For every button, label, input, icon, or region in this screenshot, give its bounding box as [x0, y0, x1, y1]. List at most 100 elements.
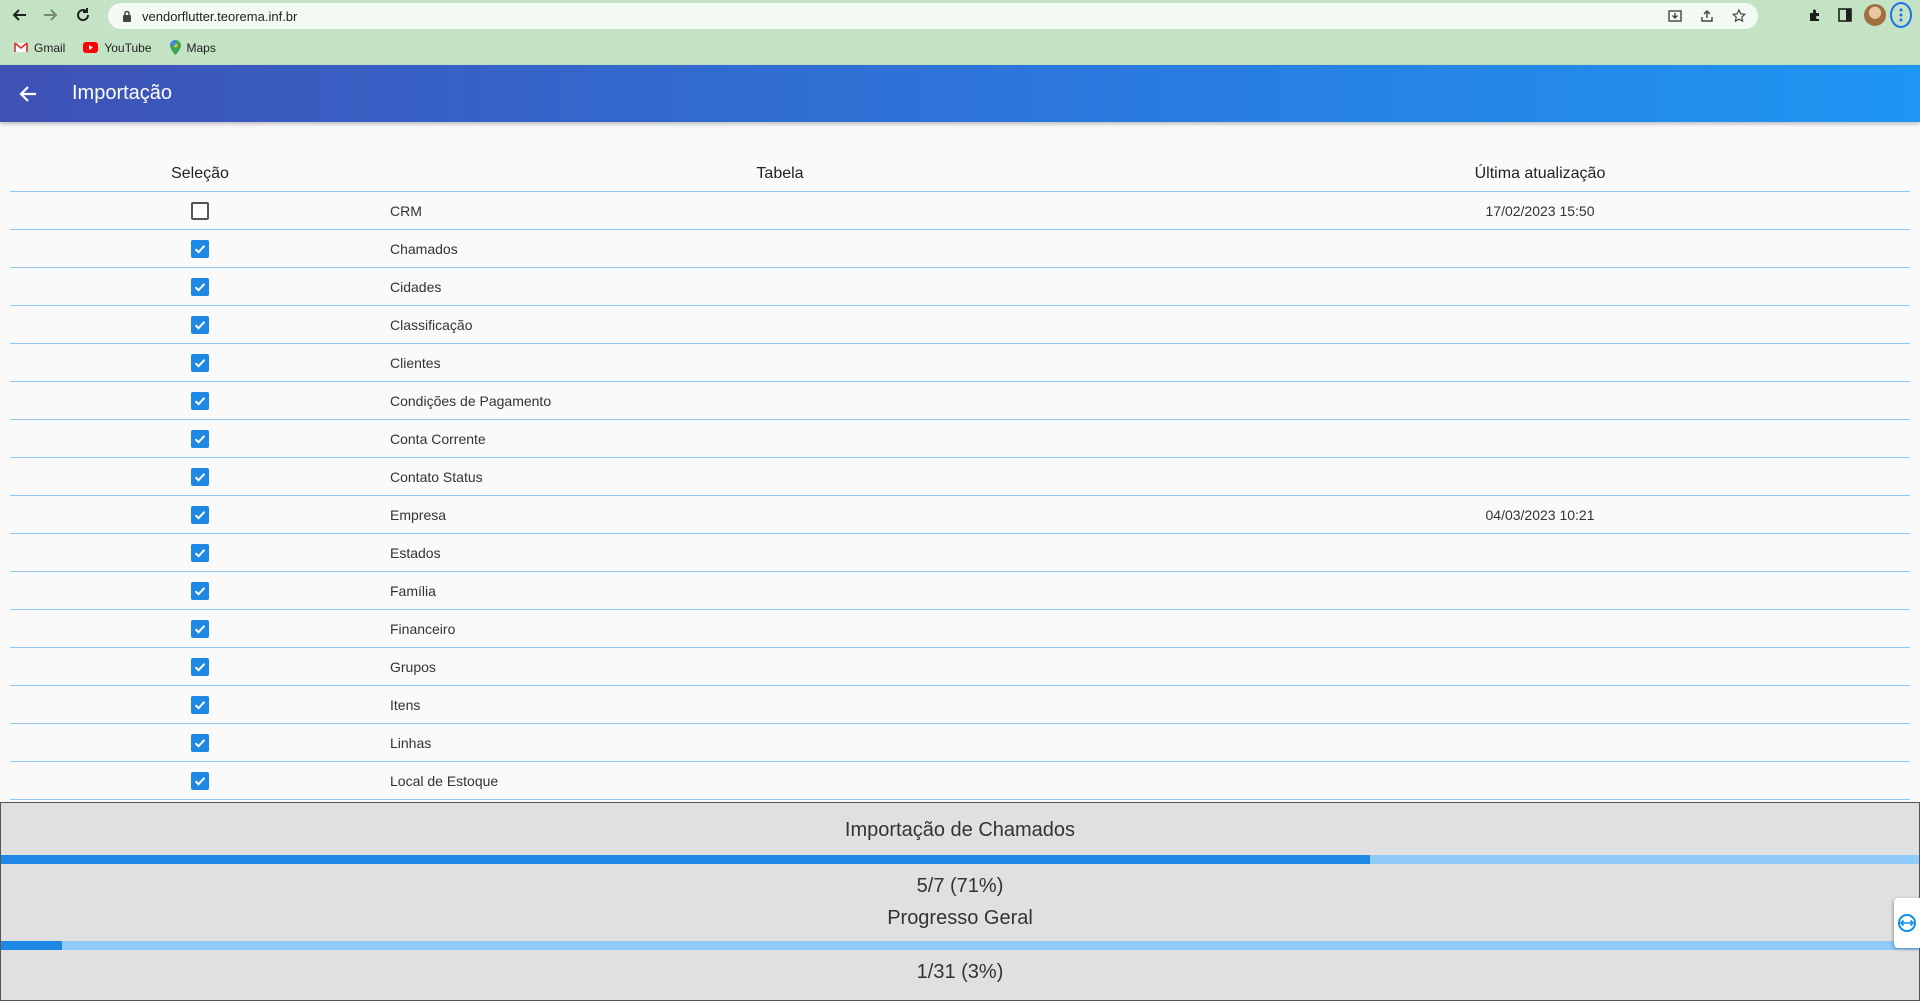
bookmark-maps[interactable]: Maps: [169, 40, 216, 55]
checkbox-checked[interactable]: [191, 391, 209, 410]
checkbox-checked[interactable]: [191, 543, 209, 562]
checkbox-checked[interactable]: [191, 771, 209, 790]
checkbox-unchecked[interactable]: [191, 201, 209, 220]
checkbox-checked[interactable]: [191, 353, 209, 372]
lock-icon: [122, 10, 132, 22]
checkbox-checked[interactable]: [191, 239, 209, 258]
selection-cell: [10, 315, 390, 334]
gmail-icon: [14, 42, 28, 52]
table-name-cell: CRM: [390, 202, 422, 219]
bookmark-gmail[interactable]: Gmail: [14, 41, 65, 55]
selection-cell: [10, 695, 390, 714]
current-progress-text: 5/7 (71%): [916, 875, 1004, 897]
table-row[interactable]: Contato Status: [10, 458, 1910, 496]
bookmark-star-icon[interactable]: [1726, 3, 1752, 29]
selection-cell: [10, 657, 390, 676]
table-name-cell: Local de Estoque: [390, 772, 499, 789]
table-row[interactable]: Itens: [10, 686, 1910, 724]
table-row[interactable]: CRM 17/02/2023 15:50: [10, 192, 1910, 230]
checkbox-checked[interactable]: [191, 581, 209, 600]
table-row[interactable]: Chamados: [10, 230, 1910, 268]
table-name-cell: Classificação: [390, 316, 473, 333]
checkbox-checked[interactable]: [191, 429, 209, 448]
current-import-title: Importação de Chamados: [844, 819, 1076, 841]
check-icon: [194, 358, 206, 368]
table-name-cell: Itens: [390, 696, 421, 713]
header-table: Tabela: [390, 165, 1170, 183]
checkbox-checked[interactable]: [191, 505, 209, 524]
table-name-cell: Estados: [390, 544, 441, 561]
check-icon: [194, 510, 206, 520]
current-progress-bar: [1, 855, 1919, 864]
overall-progress-fill: [1, 941, 63, 950]
progress-panel: Importação de Chamados 5/7 (71%) Progres…: [0, 802, 1920, 1001]
table-name-cell: Grupos: [390, 658, 436, 675]
check-icon: [194, 282, 206, 292]
table-row[interactable]: Classificação: [10, 306, 1910, 344]
table-row[interactable]: Estados: [10, 534, 1910, 572]
arrow-back-icon: [19, 85, 36, 102]
selection-cell: [10, 429, 390, 448]
check-icon: [194, 586, 206, 596]
page-title: Importação: [72, 82, 173, 104]
check-icon: [194, 662, 206, 672]
browser-toolbar: vendorflutter.teorema.inf.br: [0, 0, 1920, 30]
table-row[interactable]: Linhas: [10, 724, 1910, 762]
check-icon: [194, 738, 206, 748]
table-row[interactable]: Financeiro: [10, 610, 1910, 648]
selection-cell: [10, 543, 390, 562]
checkbox-checked[interactable]: [191, 619, 209, 638]
table-name-cell: Empresa: [390, 506, 447, 523]
bookmark-label: Maps: [186, 40, 216, 55]
url-text: vendorflutter.teorema.inf.br: [142, 8, 298, 24]
profile-avatar[interactable]: [1860, 0, 1890, 30]
table-row[interactable]: Cidades: [10, 268, 1910, 306]
table-name-cell: Cidades: [390, 278, 442, 295]
table-name-cell: Linhas: [390, 734, 432, 751]
current-progress-fill: [1, 855, 1371, 864]
table-row[interactable]: Grupos: [10, 648, 1910, 686]
selection-cell: [10, 353, 390, 372]
table-header: Seleção Tabela Última atualização: [10, 122, 1910, 192]
table-name-cell: Contato Status: [390, 468, 483, 485]
browser-forward-button[interactable]: [38, 2, 64, 28]
address-bar[interactable]: vendorflutter.teorema.inf.br: [108, 3, 1758, 29]
last-update-cell: 04/03/2023 10:21: [1485, 506, 1595, 523]
check-icon: [194, 396, 206, 406]
header-selection: Seleção: [171, 165, 229, 182]
app-bar: Importação: [0, 65, 1920, 122]
table-body: CRM 17/02/2023 15:50 Chamados Cidades Classi…: [10, 192, 1910, 800]
side-panel-icon[interactable]: [1830, 0, 1860, 30]
check-icon: [194, 624, 206, 634]
browser-menu-icon[interactable]: [1890, 2, 1912, 28]
browser-back-button[interactable]: [6, 2, 32, 28]
table-row[interactable]: Família: [10, 572, 1910, 610]
checkbox-checked[interactable]: [191, 695, 209, 714]
table-name-cell: Financeiro: [390, 620, 456, 637]
checkbox-checked[interactable]: [191, 657, 209, 676]
checkbox-checked[interactable]: [191, 467, 209, 486]
table-name-cell: Família: [390, 582, 436, 599]
install-app-icon[interactable]: [1662, 3, 1688, 29]
checkbox-checked[interactable]: [191, 315, 209, 334]
share-icon[interactable]: [1694, 3, 1720, 29]
selection-cell: [10, 391, 390, 410]
checkbox-checked[interactable]: [191, 733, 209, 752]
overall-progress-text: 1/31 (3%): [916, 961, 1004, 983]
remote-support-widget[interactable]: [1894, 898, 1920, 948]
bookmark-label: YouTube: [104, 40, 152, 55]
table-row[interactable]: Empresa 04/03/2023 10:21: [10, 496, 1910, 534]
back-button[interactable]: [0, 66, 56, 122]
check-icon: [194, 434, 206, 444]
selection-cell: [10, 505, 390, 524]
extensions-icon[interactable]: [1800, 0, 1830, 30]
table-row[interactable]: Local de Estoque: [10, 762, 1910, 800]
table-row[interactable]: Condições de Pagamento: [10, 382, 1910, 420]
checkbox-checked[interactable]: [191, 277, 209, 296]
table-row[interactable]: Clientes: [10, 344, 1910, 382]
bookmark-youtube[interactable]: YouTube: [83, 40, 152, 55]
table-row[interactable]: Conta Corrente: [10, 420, 1910, 458]
browser-reload-button[interactable]: [70, 2, 96, 28]
selection-cell: [10, 733, 390, 752]
bookmark-label: Gmail: [34, 40, 66, 55]
